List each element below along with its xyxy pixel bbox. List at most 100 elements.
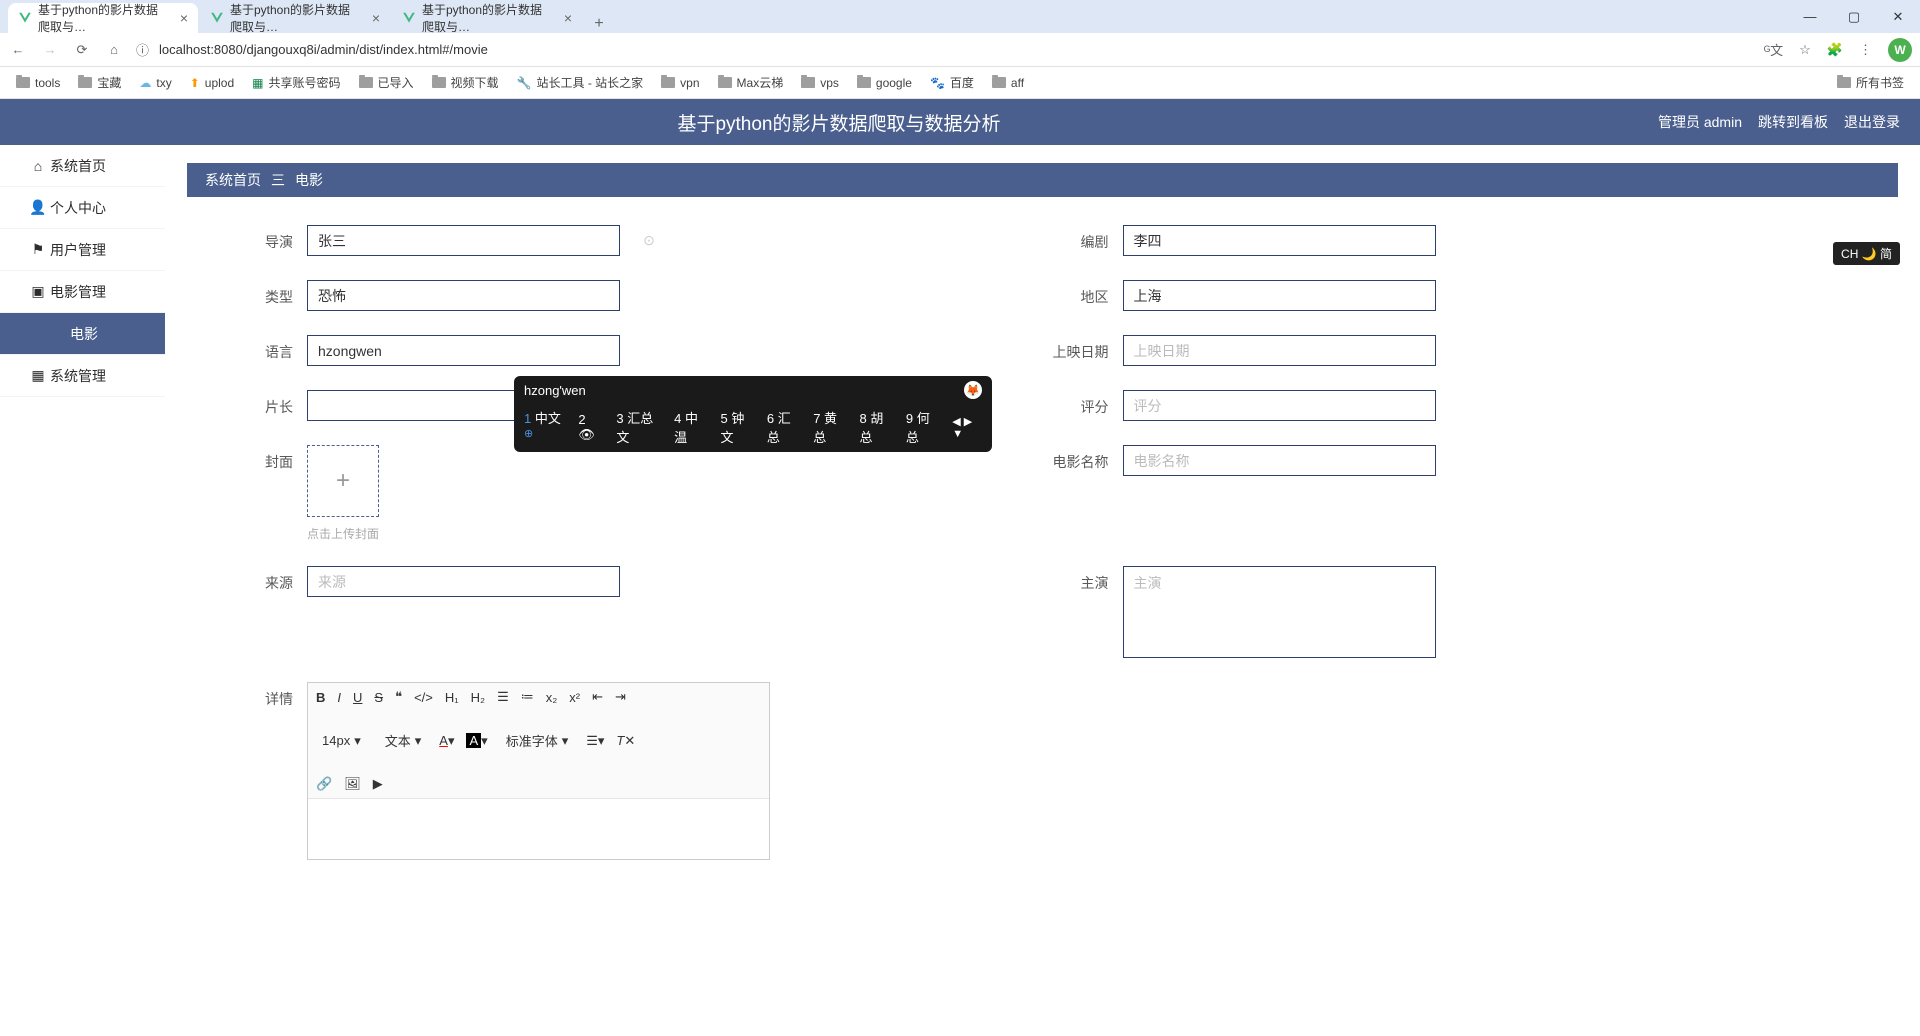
logout-link[interactable]: 退出登录 xyxy=(1844,112,1900,132)
home-button[interactable]: ⌂ xyxy=(104,42,124,57)
video-button[interactable]: ▶ xyxy=(373,776,383,792)
close-window-button[interactable]: ✕ xyxy=(1876,0,1920,33)
text-style-select[interactable]: 文本▾ xyxy=(379,729,428,752)
close-icon[interactable]: × xyxy=(180,10,188,26)
bookmark-item[interactable]: ☁txy xyxy=(139,76,171,90)
strike-button[interactable]: S xyxy=(374,690,383,705)
bookmark-item[interactable]: ⬆uplod xyxy=(190,76,234,90)
profile-avatar[interactable]: W xyxy=(1888,38,1912,62)
sidebar-item-home[interactable]: ⌂系统首页 xyxy=(0,145,165,187)
ul-button[interactable]: ≔ xyxy=(521,689,534,705)
star-icon[interactable]: ☆ xyxy=(1799,42,1811,58)
ime-candidate[interactable]: 9 何总 xyxy=(906,408,938,446)
breadcrumb-sep: 三 xyxy=(271,170,285,190)
dashboard-link[interactable]: 跳转到看板 xyxy=(1758,112,1828,132)
cover-upload[interactable]: + xyxy=(307,445,379,517)
tool-icon: 🔧 xyxy=(517,76,532,90)
sidebar-item-system[interactable]: ▦系统管理 xyxy=(0,355,165,397)
close-icon[interactable]: × xyxy=(564,10,572,26)
browser-tab[interactable]: 基于python的影片数据爬取与… × xyxy=(392,3,582,33)
breadcrumb-current: 电影 xyxy=(295,170,323,190)
baidu-icon: 🐾 xyxy=(930,76,945,90)
genre-input[interactable] xyxy=(307,280,620,311)
extensions-icon[interactable]: 🧩 xyxy=(1827,42,1843,58)
movie-form: 导演 ⊙ 编剧 类型 地区 xyxy=(187,225,1898,860)
ime-candidate[interactable]: 1 中文⊕ xyxy=(524,408,564,445)
ime-candidate[interactable]: 4 中温 xyxy=(674,408,706,446)
bookmark-item[interactable]: Max云梯 xyxy=(718,74,784,91)
sidebar-item-profile[interactable]: 👤个人中心 xyxy=(0,187,165,229)
bookmark-item[interactable]: 已导入 xyxy=(359,74,414,91)
close-icon[interactable]: × xyxy=(372,10,380,26)
ime-page-controls[interactable]: ◀ ▶ ▼ xyxy=(952,415,982,440)
name-input[interactable] xyxy=(1123,445,1436,476)
bookmark-item[interactable]: vps xyxy=(801,76,839,90)
font-family-select[interactable]: 标准字体▾ xyxy=(500,729,575,752)
minimize-button[interactable]: — xyxy=(1788,0,1832,33)
forward-button[interactable]: → xyxy=(40,42,60,57)
indent-button[interactable]: ⇤ xyxy=(592,689,603,705)
rating-input[interactable] xyxy=(1123,390,1436,421)
sup-button[interactable]: x² xyxy=(569,690,580,705)
bookmark-item[interactable]: google xyxy=(857,76,912,90)
ime-candidate[interactable]: 8 胡总 xyxy=(860,408,892,446)
browser-tab-active[interactable]: 基于python的影片数据爬取与… × xyxy=(8,3,198,33)
h1-button[interactable]: H₁ xyxy=(445,690,459,705)
bookmark-item[interactable]: aff xyxy=(992,76,1024,90)
source-input[interactable] xyxy=(307,566,620,597)
language-input[interactable] xyxy=(307,335,620,366)
actors-input[interactable] xyxy=(1123,566,1436,658)
link-button[interactable]: 🔗 xyxy=(316,776,332,792)
new-tab-button[interactable]: + xyxy=(584,15,614,33)
clear-format-button[interactable]: T✕ xyxy=(616,733,635,749)
italic-button[interactable]: I xyxy=(337,690,341,705)
bookmark-item[interactable]: vpn xyxy=(661,76,699,90)
menu-icon[interactable]: ⋮ xyxy=(1859,42,1872,58)
release-input[interactable] xyxy=(1123,335,1436,366)
writer-input[interactable] xyxy=(1123,225,1436,256)
all-bookmarks[interactable]: 所有书签 xyxy=(1837,74,1904,91)
image-button[interactable]: 🖼 xyxy=(344,776,361,792)
sidebar-item-movie-mgmt[interactable]: ▣电影管理 xyxy=(0,271,165,313)
bold-button[interactable]: B xyxy=(316,690,325,705)
ime-candidate[interactable]: 7 黄总 xyxy=(813,408,845,446)
font-size-select[interactable]: 14px▾ xyxy=(316,731,367,751)
bookmark-item[interactable]: 视频下载 xyxy=(432,74,499,91)
browser-tab[interactable]: 基于python的影片数据爬取与… × xyxy=(200,3,390,33)
url-field[interactable]: ⓘ localhost:8080/djangouxq8i/admin/dist/… xyxy=(136,40,1752,59)
bookmark-item[interactable]: 🐾百度 xyxy=(930,74,974,91)
sidebar-item-movie[interactable]: 电影 xyxy=(0,313,165,355)
font-color-button[interactable]: A▾ xyxy=(439,733,454,749)
quote-button[interactable]: ❝ xyxy=(395,689,402,705)
ime-candidate[interactable]: 5 钟文 xyxy=(720,408,752,446)
writer-label: 编剧 xyxy=(1043,225,1123,252)
region-input[interactable] xyxy=(1123,280,1436,311)
site-info-icon[interactable]: ⓘ xyxy=(136,40,149,59)
folder-icon xyxy=(1837,77,1851,88)
ime-candidate[interactable]: 2 👁 xyxy=(578,412,602,443)
bookmark-item[interactable]: tools xyxy=(16,76,60,90)
release-label: 上映日期 xyxy=(1043,335,1123,362)
clear-icon[interactable]: ⊙ xyxy=(640,231,658,249)
h2-button[interactable]: H₂ xyxy=(471,690,485,705)
code-button[interactable]: </> xyxy=(414,690,433,705)
sub-button[interactable]: x₂ xyxy=(546,690,558,705)
ol-button[interactable]: ☰ xyxy=(497,689,509,705)
bookmark-item[interactable]: 🔧站长工具 - 站长之家 xyxy=(517,74,644,91)
back-button[interactable]: ← xyxy=(8,42,28,57)
bg-color-button[interactable]: A▾ xyxy=(466,733,487,749)
align-button[interactable]: ☰▾ xyxy=(586,733,604,749)
outdent-button[interactable]: ⇥ xyxy=(615,689,626,705)
ime-candidate[interactable]: 6 汇总 xyxy=(767,408,799,446)
bookmark-item[interactable]: 宝藏 xyxy=(78,74,121,91)
director-input[interactable] xyxy=(307,225,620,256)
breadcrumb-home[interactable]: 系统首页 xyxy=(205,170,261,190)
ime-candidate[interactable]: 3 汇总文 xyxy=(616,408,660,446)
translate-icon[interactable]: ᴳ文 xyxy=(1764,40,1783,59)
editor-content[interactable] xyxy=(308,799,769,859)
maximize-button[interactable]: ▢ xyxy=(1832,0,1876,33)
reload-button[interactable]: ⟳ xyxy=(72,42,92,58)
underline-button[interactable]: U xyxy=(353,690,362,705)
bookmark-item[interactable]: ▦共享账号密码 xyxy=(252,74,340,91)
sidebar-item-users[interactable]: ⚑用户管理 xyxy=(0,229,165,271)
